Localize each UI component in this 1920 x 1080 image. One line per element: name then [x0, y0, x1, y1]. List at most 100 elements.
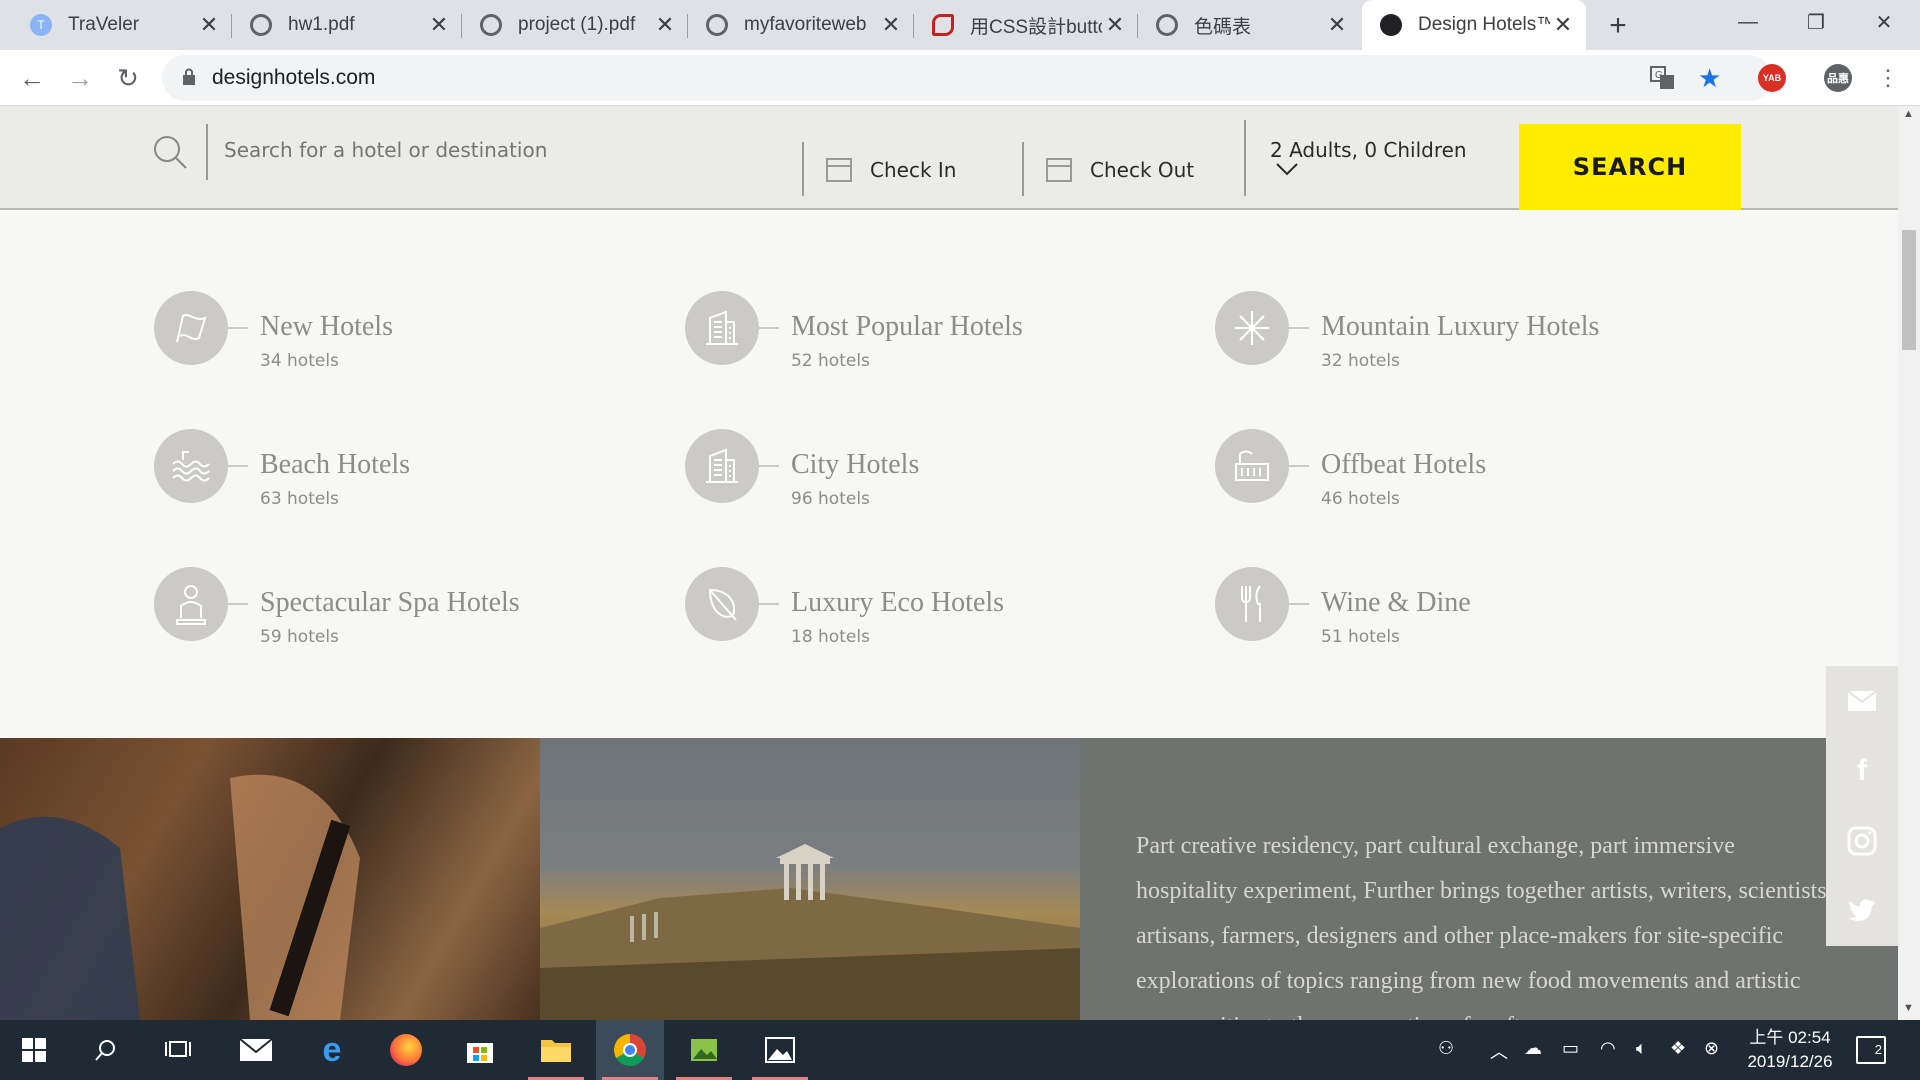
close-icon[interactable]: ✕	[426, 12, 452, 38]
tab-css-button[interactable]: 用CSS設計butto ✕	[914, 0, 1138, 50]
reload-button[interactable]: ↻	[110, 60, 146, 96]
tab-title: Design Hotels™	[1418, 14, 1550, 35]
about-text: Part creative residency, part cultural e…	[1136, 833, 1833, 1020]
svg-text:G: G	[1655, 70, 1663, 81]
offbeat-building-icon	[1215, 429, 1289, 503]
category-spa[interactable]: Spectacular Spa Hotels 59 hotels	[154, 567, 674, 647]
notification-center-icon[interactable]: 2	[1856, 1036, 1886, 1064]
onedrive-icon[interactable]: ☁	[1524, 1038, 1542, 1059]
close-icon[interactable]: ✕	[878, 12, 904, 38]
category-new-hotels[interactable]: New Hotels 34 hotels	[154, 291, 674, 371]
bookmark-star-icon[interactable]: ★	[1698, 63, 1721, 94]
category-offbeat[interactable]: Offbeat Hotels 46 hotels	[1215, 429, 1735, 509]
chrome-icon[interactable]	[596, 1020, 664, 1080]
address-bar[interactable]: designhotels.com G ★	[162, 55, 1772, 101]
design-hotels-favicon-icon	[1380, 14, 1402, 36]
category-mountain-luxury[interactable]: Mountain Luxury Hotels 32 hotels	[1215, 291, 1735, 371]
new-tab-button[interactable]: +	[1600, 8, 1636, 44]
file-explorer-icon[interactable]	[522, 1020, 590, 1080]
page-scrollbar[interactable]: ▲ ▼	[1898, 106, 1920, 1020]
tab-title: 用CSS設計butto	[970, 16, 1102, 38]
instagram-icon[interactable]	[1826, 806, 1898, 876]
task-view-icon[interactable]	[144, 1020, 212, 1080]
lock-icon	[183, 68, 195, 85]
leaf-icon	[685, 567, 759, 641]
category-count: 32 hotels	[1321, 351, 1400, 371]
people-icon[interactable]: ⚇	[1438, 1038, 1454, 1059]
restore-button[interactable]: ❐	[1782, 0, 1850, 44]
scroll-up-icon[interactable]: ▲	[1903, 108, 1914, 120]
tab-title: myfavoriteweb	[744, 14, 867, 35]
twitter-icon[interactable]	[1826, 876, 1898, 946]
category-count: 59 hotels	[260, 627, 339, 647]
globe-icon	[706, 14, 728, 36]
about-panel: Part creative residency, part cultural e…	[1080, 738, 1898, 1020]
category-wine-dine[interactable]: Wine & Dine 51 hotels	[1215, 567, 1735, 647]
waves-icon	[154, 429, 228, 503]
flag-icon	[154, 291, 228, 365]
photos-icon[interactable]	[746, 1020, 814, 1080]
category-city[interactable]: City Hotels 96 hotels	[685, 429, 1205, 509]
store-icon[interactable]	[446, 1020, 514, 1080]
category-name: Wine & Dine	[1321, 587, 1471, 618]
category-name: Luxury Eco Hotels	[791, 587, 1005, 618]
tab-myfavoriteweb[interactable]: myfavoriteweb ✕	[688, 0, 914, 50]
tab-traveler[interactable]: T TraVeler ✕	[12, 0, 232, 50]
back-button[interactable]: ←	[14, 60, 50, 96]
volume-icon[interactable]: 🔈︎	[1636, 1038, 1647, 1059]
antivirus-icon[interactable]: ⊗	[1704, 1038, 1719, 1059]
category-most-popular[interactable]: Most Popular Hotels 52 hotels	[685, 291, 1205, 371]
battery-icon[interactable]: ▭	[1562, 1038, 1579, 1059]
close-icon[interactable]: ✕	[1102, 12, 1128, 38]
firefox-icon[interactable]	[372, 1020, 440, 1080]
hotel-search-bar: Check In Check Out 2 Adults, 0 Children …	[0, 106, 1898, 210]
dropbox-icon[interactable]: ❖	[1670, 1038, 1686, 1059]
category-beach[interactable]: Beach Hotels 63 hotels	[154, 429, 674, 509]
yab-extension-icon[interactable]: YAB	[1758, 64, 1786, 92]
category-name: Beach Hotels	[260, 449, 411, 480]
facebook-icon[interactable]: f	[1826, 736, 1898, 806]
check-in-field[interactable]: Check In	[826, 158, 956, 182]
menu-kebab-icon[interactable]: ⋮	[1870, 60, 1906, 96]
browser-toolbar: ← → ↻ designhotels.com G ★ YAB 品惠 ⋮	[0, 50, 1920, 106]
close-window-button[interactable]: ✕	[1850, 0, 1918, 44]
tab-project[interactable]: project (1).pdf ✕	[462, 0, 688, 50]
start-button[interactable]	[0, 1020, 68, 1080]
taskbar-search-icon[interactable]	[72, 1020, 140, 1080]
category-name: Mountain Luxury Hotels	[1321, 311, 1600, 342]
scroll-thumb[interactable]	[1902, 230, 1916, 350]
wifi-icon[interactable]: ◠	[1600, 1038, 1616, 1059]
edge-icon[interactable]: e	[298, 1020, 366, 1080]
clock-date: 2019/12/26	[1747, 1052, 1833, 1071]
globe-icon	[250, 14, 272, 36]
tab-hw1[interactable]: hw1.pdf ✕	[232, 0, 462, 50]
search-icon[interactable]	[152, 134, 188, 170]
image-editor-icon[interactable]	[670, 1020, 738, 1080]
guests-selector[interactable]: 2 Adults, 0 Children	[1270, 138, 1467, 162]
system-clock[interactable]: 上午 02:54 2019/12/26	[1730, 1026, 1850, 1074]
category-count: 46 hotels	[1321, 489, 1400, 509]
chevron-down-icon[interactable]	[1276, 162, 1298, 176]
close-icon[interactable]: ✕	[652, 12, 678, 38]
chevron-up-icon[interactable]: ︿	[1490, 1038, 1508, 1064]
mail-icon[interactable]	[1826, 666, 1898, 736]
clock-time: 上午 02:54	[1749, 1028, 1831, 1047]
calendar-icon	[1046, 158, 1072, 182]
scroll-down-icon[interactable]: ▼	[1903, 1002, 1914, 1014]
close-icon[interactable]: ✕	[1324, 12, 1350, 38]
close-icon[interactable]: ✕	[1550, 12, 1576, 38]
tab-design-hotels[interactable]: Design Hotels™ ✕	[1362, 0, 1586, 50]
check-out-field[interactable]: Check Out	[1046, 158, 1194, 182]
mail-app-icon[interactable]	[222, 1020, 290, 1080]
category-luxury-eco[interactable]: Luxury Eco Hotels 18 hotels	[685, 567, 1205, 647]
search-button[interactable]: SEARCH	[1519, 124, 1741, 210]
destination-search-input[interactable]	[224, 138, 784, 162]
close-icon[interactable]: ✕	[196, 12, 222, 38]
translate-icon[interactable]: G	[1650, 66, 1676, 90]
tab-color-chart[interactable]: 色碼表 ✕	[1138, 0, 1360, 50]
social-sidebar: f	[1826, 666, 1898, 946]
profile-avatar[interactable]: 品惠	[1824, 64, 1852, 92]
forward-button[interactable]: →	[62, 60, 98, 96]
minimize-button[interactable]: —	[1714, 0, 1782, 44]
building-icon	[685, 291, 759, 365]
